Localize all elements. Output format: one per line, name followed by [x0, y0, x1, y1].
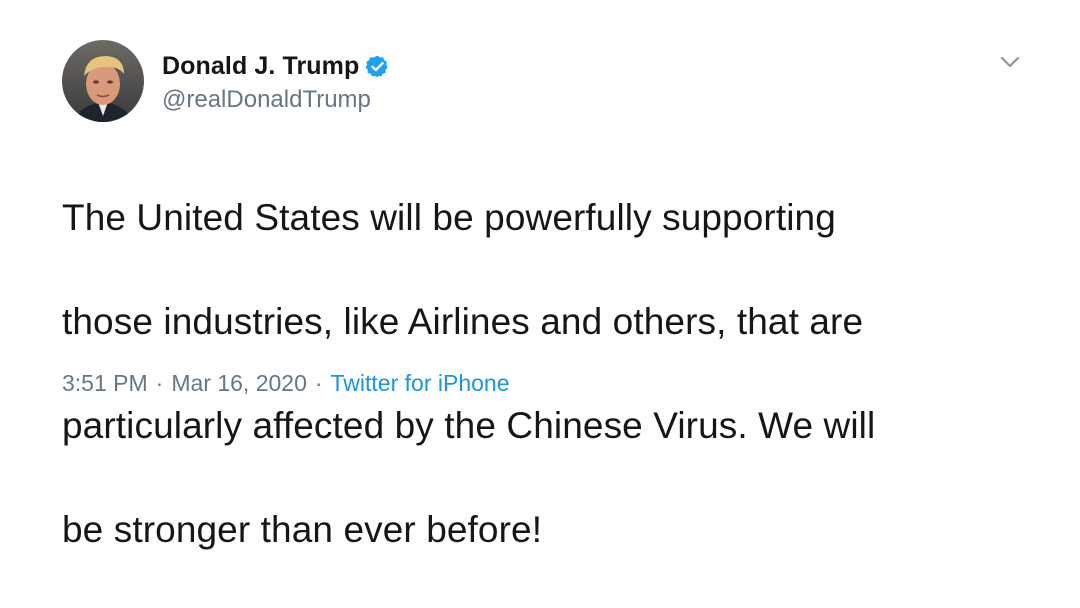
tweet-time[interactable]: 3:51 PM [62, 370, 148, 397]
name-row: Donald J. Trump [162, 48, 390, 84]
author-names: Donald J. Trump @realDonaldTrump [162, 48, 390, 114]
tweet-text-line: be stronger than ever before! [62, 509, 543, 550]
meta-separator: · [155, 370, 164, 396]
tweet-header: Donald J. Trump @realDonaldTrump [62, 40, 390, 122]
tweet-text-line: The United States will be powerfully sup… [62, 197, 836, 238]
avatar-image [62, 40, 144, 122]
tweet-text-line: those industries, like Airlines and othe… [62, 301, 864, 342]
verified-badge-icon [365, 54, 390, 79]
chevron-down-icon[interactable] [998, 52, 1022, 72]
tweet-text-line: particularly affected by the Chinese Vir… [62, 405, 876, 446]
meta-separator: · [314, 370, 323, 396]
display-name[interactable]: Donald J. Trump [162, 52, 359, 81]
tweet-date[interactable]: Mar 16, 2020 [171, 370, 307, 397]
tweet-card: Donald J. Trump @realDonaldTrump The Uni… [0, 0, 1080, 550]
handle[interactable]: @realDonaldTrump [162, 86, 390, 114]
avatar[interactable] [62, 40, 144, 122]
tweet-source-link[interactable]: Twitter for iPhone [331, 370, 510, 397]
tweet-meta: 3:51 PM · Mar 16, 2020 · Twitter for iPh… [62, 370, 510, 397]
